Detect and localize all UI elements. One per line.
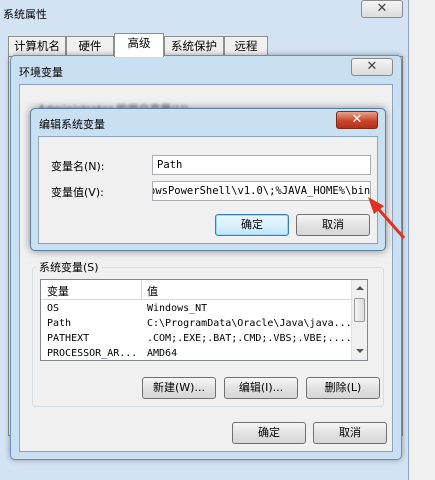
annotation-arrow-icon: [368, 197, 406, 239]
tab-advanced[interactable]: 高级: [114, 33, 164, 57]
